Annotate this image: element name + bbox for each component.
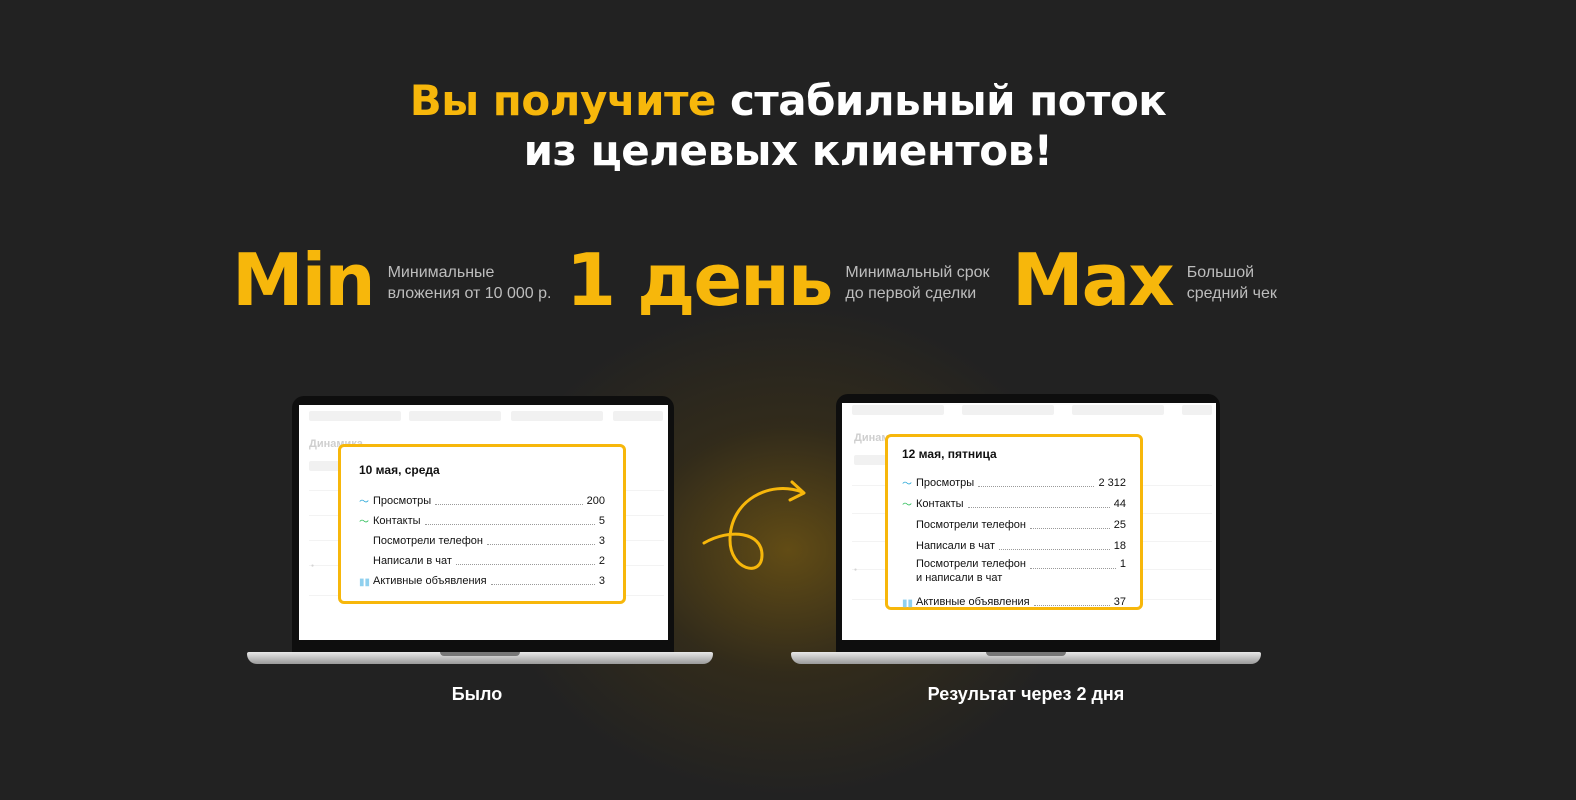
dotted-leader: [490, 584, 595, 585]
dotted-leader: [978, 486, 1095, 487]
stat-1-day: 1 день Минимальный срок до первой сделки: [566, 238, 990, 322]
caption-after: Результат через 2 дня: [927, 684, 1125, 704]
stat-big-value: 1 день: [566, 238, 833, 322]
row-value: 3: [598, 575, 605, 587]
stat-big-value: Min: [232, 238, 376, 322]
row-value: 44: [1113, 498, 1126, 510]
row-label: Активные объявления: [916, 596, 1030, 608]
dotted-leader: [1029, 568, 1116, 569]
stat-max: Max Большой средний чек: [1012, 238, 1277, 322]
tooltip-row: 〜 Просмотры 2 312: [902, 469, 1126, 490]
active-ads-bar-icon: ▮▮: [359, 577, 371, 588]
tooltip-row: 〜 Просмотры 200: [359, 488, 605, 508]
views-trend-icon: 〜: [902, 479, 912, 490]
row-value: 25: [1113, 519, 1126, 531]
caption-before: Было: [451, 684, 503, 704]
headline-line-1: Вы получите стабильный поток: [0, 76, 1576, 126]
row-value: 1: [1119, 558, 1126, 570]
row-value: 3: [598, 535, 605, 547]
active-ads-bar-icon: ▮▮: [902, 598, 914, 609]
stat-description: Минимальный срок до первой сделки: [845, 264, 990, 302]
stats-tooltip: 10 мая, среда 〜 Просмотры 200 〜 Контакты…: [338, 444, 626, 604]
row-label: Контакты: [373, 515, 421, 527]
row-label: Посмотрели телефон: [373, 535, 483, 547]
tooltip-row: ▮▮ Активные объявления 3: [359, 568, 605, 588]
stat-description: Минимальные вложения от 10 000 р.: [387, 264, 552, 302]
row-value: 5: [598, 515, 605, 527]
dotted-leader: [486, 544, 595, 545]
contacts-trend-icon: 〜: [902, 500, 912, 511]
row-label: Контакты: [916, 498, 964, 510]
tooltip-row: Написали в чат 18: [902, 532, 1126, 553]
row-value: 200: [586, 495, 605, 507]
dotted-leader: [1029, 528, 1110, 529]
row-label: Написали в чат: [916, 540, 995, 552]
tooltip-row: Посмотрели телефон и написали в чат 1: [902, 553, 1126, 589]
dotted-leader: [424, 524, 595, 525]
headline: Вы получите стабильный поток из целевых …: [0, 76, 1576, 176]
stats-tooltip: 12 мая, пятница 〜 Просмотры 2 312 〜 Конт…: [885, 434, 1143, 610]
row-label: Посмотрели телефон: [916, 519, 1026, 531]
tooltip-row: Посмотрели телефон 3: [359, 528, 605, 548]
row-value: 37: [1113, 596, 1126, 608]
laptop-notch: [986, 652, 1066, 656]
row-label: Просмотры: [916, 477, 975, 489]
row-value: 2: [598, 555, 605, 567]
tooltip-row: ▮▮ Активные объявления 37: [902, 589, 1126, 609]
tooltip-date: 12 мая, пятница: [902, 447, 997, 461]
views-trend-icon: 〜: [359, 497, 369, 508]
row-label: Посмотрели телефон и написали в чат: [916, 558, 1026, 584]
contacts-trend-icon: 〜: [359, 517, 369, 528]
curved-arrow-icon: [702, 480, 806, 570]
row-label: Написали в чат: [373, 555, 452, 567]
row-value: 2 312: [1098, 477, 1126, 489]
dotted-leader: [967, 507, 1110, 508]
stat-big-value: Max: [1012, 238, 1175, 322]
headline-line-2: из целевых клиентов!: [523, 126, 1053, 175]
dotted-leader: [1033, 605, 1110, 606]
stat-description: Большой средний чек: [1186, 264, 1277, 302]
dotted-leader: [455, 564, 595, 565]
tooltip-row: Посмотрели телефон 25: [902, 511, 1126, 532]
tooltip-date: 10 мая, среда: [359, 463, 440, 477]
row-value: 18: [1113, 540, 1126, 552]
headline-accent: Вы получите: [409, 76, 717, 125]
headline-rest: стабильный поток: [715, 76, 1167, 125]
tooltip-row: Написали в чат 2: [359, 548, 605, 568]
laptop-notch: [440, 652, 520, 656]
stat-min: Min Минимальные вложения от 10 000 р.: [232, 238, 552, 322]
row-label: Активные объявления: [373, 575, 487, 587]
row-label: Просмотры: [373, 495, 432, 507]
tooltip-row: 〜 Контакты 44: [902, 490, 1126, 511]
tooltip-row: 〜 Контакты 5: [359, 508, 605, 528]
dotted-leader: [435, 504, 583, 505]
dotted-leader: [998, 549, 1110, 550]
